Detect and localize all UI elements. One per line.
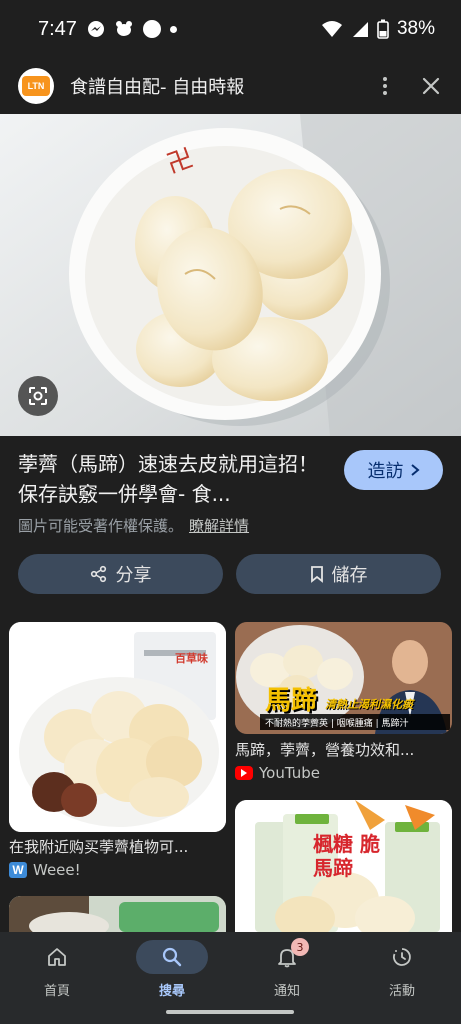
product-name-text: 楓糖 脆馬蹄 (313, 832, 380, 880)
chevron-right-icon (410, 464, 420, 476)
site-logo[interactable]: LTN (18, 68, 54, 104)
related-image-card[interactable]: 百草味 (9, 622, 226, 832)
related-image-card[interactable]: 楓糖 脆馬蹄 (235, 800, 452, 932)
more-options-icon[interactable] (373, 71, 397, 101)
battery-icon (377, 19, 389, 39)
related-image-card[interactable]: 馬蹄 清熱止渴利濕化痰 不耐熱的荸薺英 | 咽喉腫痛 | 馬蹄汁 (235, 622, 452, 734)
app-notification-icon (115, 21, 132, 36)
card-source[interactable]: YouTube (235, 764, 320, 782)
nav-home[interactable]: 首頁 (12, 940, 102, 999)
related-image-card[interactable] (9, 896, 226, 932)
card-caption[interactable]: 馬蹄，荸薺，營養功效和... (235, 739, 452, 760)
lens-search-button[interactable] (18, 376, 58, 416)
circle-notification-icon (142, 20, 161, 38)
lens-icon (29, 387, 47, 405)
card-caption[interactable]: 在我附近购买荸薺植物可... (9, 836, 226, 857)
battery-percent: 38% (396, 18, 435, 39)
card-source[interactable]: W Weee! (9, 861, 81, 879)
wifi-icon (321, 21, 342, 37)
video-title-overlay: 馬蹄 (265, 686, 318, 716)
home-icon (48, 948, 66, 966)
cell-signal-icon (352, 22, 368, 37)
hero-image[interactable]: 卍 (0, 114, 461, 436)
copyright-notice: 圖片可能受著作權保護。 瞭解詳情 (18, 515, 249, 536)
save-button[interactable]: 儲存 (236, 554, 441, 594)
source-name: YouTube (259, 764, 320, 782)
messenger-icon (87, 21, 104, 37)
copyright-text: 圖片可能受著作權保護。 (18, 517, 184, 535)
nav-label: 活動 (388, 984, 415, 999)
more-notifications-icon (169, 25, 177, 33)
save-label: 儲存 (331, 565, 368, 586)
nav-label: 首頁 (43, 984, 70, 999)
video-subtitle-overlay: 清熱止渴利濕化痰 (325, 698, 413, 711)
share-button[interactable]: 分享 (18, 554, 223, 594)
nav-search[interactable]: 搜尋 (127, 940, 217, 999)
bookmark-icon (310, 566, 323, 583)
home-indicator[interactable] (166, 1010, 294, 1014)
product-brand: 百草味 (175, 652, 208, 665)
video-tags-overlay: 不耐熱的荸薺英 | 咽喉腫痛 | 馬蹄汁 (265, 719, 409, 729)
close-icon[interactable] (419, 74, 443, 98)
nav-label: 通知 (273, 984, 300, 999)
notification-badge: 3 (291, 938, 309, 956)
viewer-header: LTN 食譜自由配- 自由時報 (0, 58, 461, 114)
share-icon (90, 565, 106, 583)
activity-icon (393, 948, 411, 966)
learn-more-link[interactable]: 瞭解詳情 (189, 517, 249, 535)
notification-icons (87, 20, 177, 38)
ltn-logo-text: LTN (22, 76, 50, 96)
search-icon (162, 947, 182, 967)
youtube-icon (235, 766, 253, 780)
source-name: Weee! (33, 861, 81, 879)
weee-icon: W (9, 862, 27, 878)
nav-label: 搜尋 (158, 984, 185, 999)
share-label: 分享 (115, 565, 152, 586)
nav-activity[interactable]: 活動 (357, 940, 447, 999)
status-bar: 7:47 38% (0, 0, 461, 58)
visit-label: 造訪 (367, 461, 404, 482)
nav-notifications[interactable]: 3 通知 (242, 938, 332, 999)
visit-button[interactable]: 造訪 (344, 450, 443, 490)
site-title[interactable]: 食譜自由配- 自由時報 (70, 73, 244, 99)
status-time: 7:47 (38, 17, 77, 40)
result-title[interactable]: 荸薺（馬蹄）速速去皮就用這招！保存訣竅一併學會- 食... (18, 449, 330, 509)
